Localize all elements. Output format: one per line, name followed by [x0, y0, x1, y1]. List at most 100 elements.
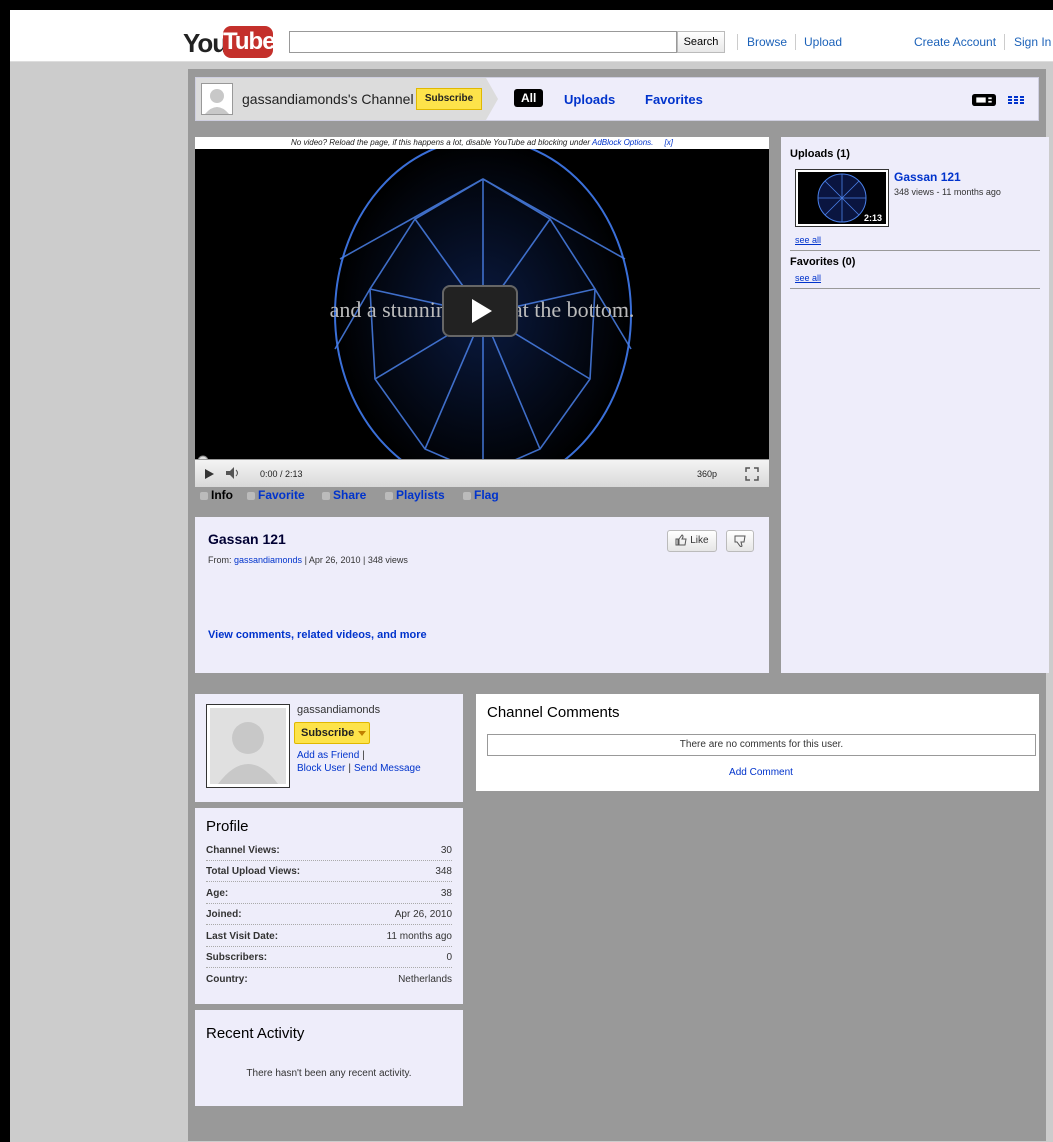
video-title[interactable]: Gassan 121 — [208, 531, 286, 547]
avatar-placeholder — [210, 708, 286, 784]
info-icon — [200, 491, 208, 500]
video-player[interactable]: and a stunning heart at the bottom. — [195, 149, 769, 459]
no-activity-message: There hasn't been any recent activity. — [246, 1068, 412, 1079]
dislike-button[interactable] — [726, 530, 754, 552]
name-box-arrow — [486, 78, 498, 120]
channel-title: gassandiamonds's Channel — [242, 91, 414, 107]
channel-sidebar: Uploads (1) 2:13 Gassan 121 348 views - … — [781, 137, 1049, 673]
comments-heading: Channel Comments — [487, 704, 620, 721]
channel-lower-section: gassandiamonds Subscribe Add as Friend | … — [188, 686, 1046, 1141]
profile-key: Total Upload Views: — [206, 866, 301, 877]
upload-date: | Apr 26, 2010 — [304, 555, 361, 565]
fullscreen-icon[interactable] — [745, 467, 759, 481]
more-info-link[interactable]: View comments, related videos, and more — [208, 629, 427, 641]
profile-row: Channel Views: 30 — [206, 840, 452, 861]
profile-key: Age: — [206, 888, 229, 899]
user-avatar[interactable] — [206, 704, 290, 788]
uploads-see-all-link[interactable]: see all — [795, 235, 821, 245]
profile-heading: Profile — [206, 818, 249, 835]
view-count: | 348 views — [362, 555, 408, 565]
play-icon — [472, 299, 492, 323]
sidebar-video-title[interactable]: Gassan 121 — [894, 170, 961, 184]
recent-activity-box: Recent Activity There hasn't been any re… — [195, 1010, 463, 1106]
profile-key: Joined: — [206, 909, 242, 920]
profile-value: Netherlands — [398, 974, 452, 985]
share-icon — [322, 491, 330, 500]
adblock-options-link[interactable]: AdBlock Options. — [592, 138, 653, 147]
tab-favorites[interactable]: Favorites — [645, 92, 703, 107]
like-button[interactable]: Like — [667, 530, 717, 552]
profile-value: 11 months ago — [386, 931, 452, 942]
tab-share-label: Share — [333, 488, 367, 502]
profile-box: Profile Channel Views: 30 Total Upload Vi… — [195, 808, 463, 1004]
sidebar-video-meta: 348 views - 11 months ago — [894, 187, 1001, 197]
tab-all[interactable]: All — [514, 89, 544, 107]
no-comments-message: There are no comments for this user. — [487, 734, 1036, 756]
profile-key: Last Visit Date: — [206, 931, 279, 942]
player-view-icon[interactable] — [970, 94, 998, 106]
add-comment-link[interactable]: Add Comment — [476, 767, 1046, 778]
profile-value: 30 — [440, 845, 452, 856]
upload-link[interactable]: Upload — [804, 35, 842, 49]
profile-row: Country: Netherlands — [206, 969, 452, 990]
youtube-logo[interactable]: You Tube — [183, 24, 276, 58]
channel-name-box: gassandiamonds's Channel Subscribe — [196, 78, 498, 120]
add-friend-link[interactable]: Add as Friend — [297, 750, 359, 761]
grid-view-icon[interactable] — [1008, 94, 1024, 106]
search-button[interactable]: Search — [677, 31, 725, 53]
like-label: Like — [690, 535, 709, 546]
play-button[interactable] — [442, 285, 518, 337]
play-small-icon[interactable] — [203, 468, 215, 480]
tab-share[interactable]: Share — [322, 488, 366, 502]
chevron-down-icon — [358, 730, 367, 736]
site-header: You Tube Search Browse Upload Create Acc… — [10, 10, 1053, 62]
quality-selector[interactable]: 360p — [697, 469, 717, 479]
divider — [795, 34, 796, 50]
profile-key: Country: — [206, 974, 248, 985]
create-account-link[interactable]: Create Account — [914, 35, 996, 49]
link-separator: | — [348, 763, 351, 774]
divider — [1004, 34, 1005, 50]
heart-icon — [247, 491, 255, 500]
favorites-see-all-link[interactable]: see all — [795, 273, 821, 283]
channel-container: gassandiamonds's Channel Subscribe All U… — [188, 69, 1049, 1141]
tab-uploads[interactable]: Uploads — [564, 92, 615, 107]
playback-time: 0:00 / 2:13 — [260, 469, 303, 479]
username: gassandiamonds — [297, 704, 381, 716]
user-links-row-1: Add as Friend | — [297, 750, 368, 761]
info-tabs: Info Favorite Share Playlists Flag — [195, 487, 769, 505]
profile-value: 38 — [440, 888, 452, 899]
adblock-note: No video? Reload the page, if this happe… — [195, 137, 769, 149]
user-box: gassandiamonds Subscribe Add as Friend | … — [195, 694, 463, 802]
default-avatar-icon — [205, 89, 229, 114]
favorites-heading: Favorites (0) — [790, 256, 856, 268]
search-input[interactable] — [289, 31, 677, 53]
uploader-link[interactable]: gassandiamonds — [234, 555, 302, 565]
tab-favorite[interactable]: Favorite — [247, 488, 305, 502]
divider — [790, 288, 1040, 289]
block-user-link[interactable]: Block User — [297, 763, 345, 774]
tab-flag-label: Flag — [474, 488, 499, 502]
tab-info[interactable]: Info — [200, 488, 233, 502]
sign-in-link[interactable]: Sign In — [1014, 35, 1051, 49]
send-message-link[interactable]: Send Message — [354, 763, 421, 774]
subscribe-button[interactable]: Subscribe — [416, 88, 482, 110]
tab-favorite-label: Favorite — [258, 488, 305, 502]
video-thumbnail[interactable]: 2:13 — [795, 169, 889, 227]
channel-avatar[interactable] — [201, 83, 233, 115]
logo-you: You — [183, 28, 228, 58]
thumbs-down-icon — [734, 535, 746, 547]
adblock-note-close[interactable]: [x] — [665, 138, 673, 147]
player-controls: 0:00 / 2:13 360p — [195, 459, 769, 487]
tab-flag[interactable]: Flag — [463, 488, 499, 502]
profile-value: 0 — [446, 952, 452, 963]
profile-row: Subscribers: 0 — [206, 947, 452, 968]
subscribe-dropdown-button[interactable]: Subscribe — [294, 722, 370, 744]
video-info-box: Gassan 121 From: gassandiamonds | Apr 26… — [195, 517, 769, 673]
tab-info-label: Info — [211, 488, 233, 502]
plus-icon — [385, 491, 393, 500]
video-duration: 2:13 — [861, 213, 884, 223]
browse-link[interactable]: Browse — [747, 35, 787, 49]
volume-icon[interactable] — [225, 466, 243, 480]
tab-playlists[interactable]: Playlists — [385, 488, 445, 502]
